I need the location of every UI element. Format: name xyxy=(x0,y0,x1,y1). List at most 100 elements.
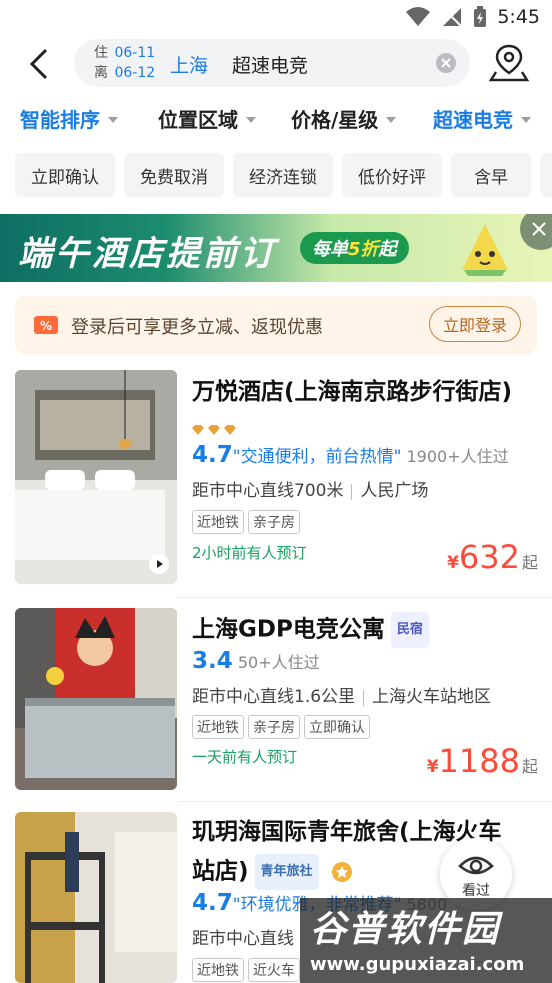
status-time: 5:45 xyxy=(497,6,540,28)
tab-smart-sort[interactable]: 智能排序 xyxy=(20,104,118,133)
hotel-location-row: 距市中心直线1.6公里 上海火车站地区 xyxy=(192,682,491,707)
wifi-icon xyxy=(406,7,431,26)
hotel-name: 万悦酒店(上海南京路步行街店) xyxy=(192,379,513,405)
close-icon xyxy=(441,58,451,68)
hotel-card[interactable]: 万悦酒店(上海南京路步行街店) 4.7"交通便利，前台热情" 1900+人住过 … xyxy=(0,370,552,585)
login-promo-text: 登录后可享更多立减、返现优惠 xyxy=(71,317,323,338)
video-play-icon[interactable] xyxy=(149,554,169,574)
caret-down-icon xyxy=(386,116,397,123)
hotel-tags: 近地铁 亲子房 xyxy=(192,510,304,534)
hotel-review-quote: "交通便利，前台热情" xyxy=(232,447,402,467)
hotel-distance: 距市中心直线1.6公里 xyxy=(192,687,356,707)
clear-search-button[interactable] xyxy=(436,53,456,73)
hotel-stay-count: 50+人住过 xyxy=(237,653,320,672)
chip-instant-confirm[interactable]: 立即确认 xyxy=(15,153,115,197)
watermark-title: 谷普软件园 xyxy=(310,909,501,950)
checkout-label: 离 xyxy=(94,65,108,81)
promo-banner[interactable]: 端午酒店提前订 每单 5折起 xyxy=(0,214,552,282)
chip-economy-chain[interactable]: 经济连锁 xyxy=(233,153,333,197)
hotel-tag: 近地铁 xyxy=(192,510,244,534)
caret-down-icon xyxy=(246,116,256,123)
hotel-tags: 近地铁 近火车 xyxy=(192,958,304,982)
tab-location[interactable]: 位置区域 xyxy=(158,104,256,133)
hotel-tags: 近地铁 亲子房 立即确认 xyxy=(192,715,374,739)
map-pin-icon[interactable] xyxy=(488,42,530,84)
quick-filter-chips: 立即确认 免费取消 经济连锁 低价好评 含早 xyxy=(15,153,552,197)
tab-label: 智能排序 xyxy=(20,108,100,132)
search-box[interactable]: 住 06-11 离 06-12 上海 超速电竞 xyxy=(74,39,470,87)
login-promo-bar: % 登录后可享更多立减、返现优惠 立即登录 xyxy=(15,296,537,354)
price-suffix: 起 xyxy=(521,553,538,572)
hotel-price: ¥1188 起 xyxy=(427,742,538,780)
hotel-distance: 距市中心直线 xyxy=(192,929,294,949)
caret-down-icon xyxy=(521,116,531,123)
checkin-date: 06-11 xyxy=(114,45,156,61)
medal-icon xyxy=(331,862,352,882)
svg-text:%: % xyxy=(40,319,52,333)
hotel-area: 上海火车站地区 xyxy=(372,687,492,707)
status-bar: 5:45 xyxy=(0,0,552,36)
zongzi-mascot-icon xyxy=(462,224,508,276)
hotel-tag: 近地铁 xyxy=(192,958,244,982)
caret-down-icon xyxy=(108,116,118,123)
hotel-name: 上海GDP电竞公寓 xyxy=(192,616,385,643)
chip-low-price-good-review[interactable]: 低价好评 xyxy=(342,153,442,197)
hotel-score-row: 4.7"交通便利，前台热情" 1900+人住过 xyxy=(192,442,509,468)
tab-label: 位置区域 xyxy=(158,108,238,132)
price-amount: 1188 xyxy=(438,742,520,780)
search-keyword[interactable]: 超速电竞 xyxy=(232,51,308,78)
badge-post: 起 xyxy=(378,239,397,260)
hotel-photo[interactable] xyxy=(15,370,177,584)
tab-keyword[interactable]: 超速电竞 xyxy=(433,104,531,133)
hotel-tag: 近地铁 xyxy=(192,715,244,739)
divider xyxy=(363,689,365,706)
close-icon xyxy=(532,222,546,236)
card-divider xyxy=(178,801,552,802)
diamond-icon xyxy=(224,425,236,435)
chip-breakfast[interactable]: 含早 xyxy=(451,153,531,197)
eye-icon xyxy=(458,856,494,875)
diamond-icon xyxy=(192,425,204,435)
hotel-name-row: 上海GDP电竞公寓 民宿 xyxy=(192,612,429,648)
chip-free-cancel[interactable]: 免费取消 xyxy=(124,153,224,197)
hotel-stay-count: 1900+人住过 xyxy=(406,447,509,466)
hotel-tag: 亲子房 xyxy=(248,715,300,739)
price-suffix: 起 xyxy=(521,757,538,776)
divider xyxy=(351,483,353,500)
hotel-score: 4.7 xyxy=(192,442,233,468)
hotel-location-row: 距市中心直线 xyxy=(192,924,294,949)
search-header: 住 06-11 离 06-12 上海 超速电竞 xyxy=(0,36,552,90)
tab-label: 价格/星级 xyxy=(291,108,379,132)
hotel-type-badge: 民宿 xyxy=(390,612,429,648)
city-selector[interactable]: 上海 xyxy=(170,51,208,78)
hotel-photo[interactable] xyxy=(15,608,177,790)
hotel-photo[interactable] xyxy=(15,812,177,983)
hotel-location-row: 距市中心直线700米 人民广场 xyxy=(192,476,428,501)
tab-label: 超速电竞 xyxy=(433,108,513,132)
hotel-tag: 立即确认 xyxy=(304,715,370,739)
hotel-name-row: 站店) 青年旅社 xyxy=(192,854,353,890)
hotel-recent-booking: 2小时前有人预订 xyxy=(192,544,307,562)
tab-price-star[interactable]: 价格/星级 xyxy=(291,104,397,133)
filter-tabs: 智能排序 位置区域 价格/星级 超速电竞 xyxy=(0,104,552,140)
viewed-label: 看过 xyxy=(462,883,490,899)
checkin-label: 住 xyxy=(94,45,108,61)
chip-more[interactable] xyxy=(540,153,552,197)
watermark-url: www.gupuxiazai.com xyxy=(310,954,525,975)
close-banner-button[interactable] xyxy=(520,214,552,250)
hotel-card[interactable]: 上海GDP电竞公寓 民宿 3.4 50+人住过 距市中心直线1.6公里 上海火车站地… xyxy=(0,608,552,791)
date-range[interactable]: 住 06-11 离 06-12 xyxy=(94,43,155,83)
hotel-type-badge: 青年旅社 xyxy=(254,854,319,890)
signal-icon xyxy=(442,7,463,27)
back-arrow-icon[interactable] xyxy=(22,46,58,82)
hotel-tag: 近火车 xyxy=(248,958,300,982)
badge-highlight: 5折 xyxy=(348,239,379,260)
login-button[interactable]: 立即登录 xyxy=(429,306,521,342)
price-symbol: ¥ xyxy=(447,553,459,573)
banner-badge: 每单 5折起 xyxy=(300,232,409,264)
card-divider xyxy=(178,597,552,598)
hotel-recent-booking: 一天前有人预订 xyxy=(192,748,298,766)
badge-pre: 每单 xyxy=(312,239,348,260)
coupon-icon: % xyxy=(34,316,58,334)
hotel-area: 人民广场 xyxy=(360,481,429,501)
